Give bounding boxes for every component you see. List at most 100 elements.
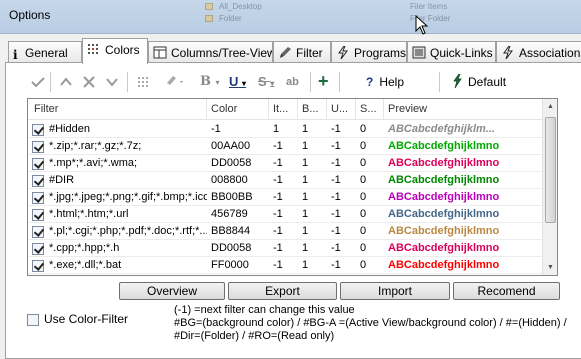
overview-button[interactable]: Overview (119, 282, 225, 300)
filter-cell: *.html;*.htm;*.url (49, 208, 129, 220)
scroll-down-arrow-icon[interactable]: ▼ (547, 264, 554, 271)
filter-cell: #DIR (49, 174, 75, 186)
italic-cell: -1 (273, 208, 283, 220)
toolbar-separator (310, 72, 311, 92)
tab-programs[interactable]: Programs (331, 41, 407, 63)
underline-cell: -1 (331, 225, 341, 237)
background-row-label: All_Desktop (219, 2, 262, 11)
color-cell: DD0058 (211, 157, 252, 169)
import-button[interactable]: Import (340, 282, 450, 300)
scrollbar-thumb[interactable] (545, 117, 556, 223)
preview-cell: ABCabcdefghijklmno (388, 191, 500, 203)
table-row[interactable]: *.mp*;*.avi;*.wma; DD0058 -1 1 -1 0 ABCabcdefg… (28, 155, 543, 172)
color-cell: BB8844 (211, 225, 251, 237)
table-row[interactable]: *.html;*.htm;*.url 456789 -1 1 -1 0 ABCabcdefg… (28, 206, 543, 223)
filter-cell: *.cpp;*.hpp;*.h (49, 242, 120, 254)
column-header-italic[interactable]: It... (269, 99, 298, 120)
row-enabled-checkbox[interactable] (32, 243, 44, 255)
row-enabled-checkbox[interactable] (32, 209, 44, 221)
tab-association[interactable]: Association (496, 41, 581, 63)
tab-label: Association (519, 46, 581, 60)
scroll-up-arrow-icon[interactable]: ▲ (547, 103, 554, 110)
background-row-type: Filer Items (410, 2, 448, 11)
bold-dropdown-button[interactable]: B ▾ (200, 72, 220, 92)
help-label: Help (379, 75, 405, 89)
column-header-filter[interactable]: Filter (28, 99, 207, 120)
add-filter-button[interactable]: + (318, 72, 329, 92)
filter-cell: *.exe;*.dll;*.bat (49, 259, 122, 271)
delete-x-icon[interactable] (82, 72, 96, 92)
color-cell: -1 (211, 123, 221, 135)
title-bar[interactable]: Options All_Desktop Filer Items Folder Fil… (0, 0, 581, 35)
chevron-down-icon: ▾ (270, 79, 275, 88)
italic-cell: -1 (273, 242, 283, 254)
color-grid-icon[interactable] (137, 72, 151, 92)
row-enabled-checkbox[interactable] (32, 175, 44, 187)
column-header-bold[interactable]: B... (298, 99, 327, 120)
column-header-color[interactable]: Color (207, 99, 269, 120)
bold-cell: 1 (302, 259, 309, 271)
table-row[interactable]: *.exe;*.dll;*.bat FF0000 -1 1 -1 0 ABCabcdefgh… (28, 257, 543, 274)
hint-line: (-1) =next filter can change this value (174, 304, 355, 316)
move-down-icon[interactable] (105, 72, 119, 92)
colors-grid-icon (87, 43, 101, 56)
row-enabled-checkbox[interactable] (32, 192, 44, 204)
underline-cell: -1 (331, 174, 341, 186)
tab-filter[interactable]: Filter (273, 41, 331, 63)
column-header-underline[interactable]: U... (327, 99, 356, 120)
bold-cell: 1 (302, 191, 309, 203)
strike-cell: 0 (360, 140, 367, 152)
move-up-icon[interactable] (59, 72, 73, 92)
table-row[interactable]: #Hidden -1 1 1 -1 0 ABCabcdefghijklm... (28, 121, 543, 138)
brush-dropdown-icon[interactable] (164, 72, 186, 92)
row-enabled-checkbox[interactable] (32, 141, 44, 153)
column-header-strike[interactable]: S... (356, 99, 384, 120)
checkbox-box[interactable] (27, 314, 39, 326)
vertical-scrollbar[interactable]: ▲ ▼ (542, 99, 557, 275)
filter-cell: *.jpg;*.jpeg;*.png;*.gif;*.bmp;*.ico (49, 191, 207, 203)
folder-icon (205, 3, 213, 10)
table-row[interactable]: #DIR 008800 -1 1 -1 0 ABCabcdefghijklmno (28, 172, 543, 189)
underline-cell: -1 (331, 208, 341, 220)
table-row[interactable]: *.cpp;*.hpp;*.h DD0058 -1 1 -1 0 ABCabcdefghij… (28, 240, 543, 257)
use-color-filter-label: Use Color-Filter (44, 312, 129, 326)
preview-cell: ABCabcdefghijklmno (388, 140, 500, 152)
chevron-down-icon: ▾ (242, 79, 247, 88)
strikeout-dropdown-button[interactable]: S ▾ (258, 72, 274, 92)
export-button[interactable]: Export (228, 282, 337, 300)
tab-general[interactable]: i General (8, 41, 82, 63)
strike-cell: 0 (360, 208, 367, 220)
lightning-icon (336, 45, 350, 60)
row-enabled-checkbox[interactable] (32, 226, 44, 238)
toolbar-separator (127, 72, 128, 92)
tab-quick-links[interactable]: Quick-Links (407, 41, 496, 63)
hint-line: #BG=(background color) / #BG-A =(Active … (174, 317, 567, 329)
table-row[interactable]: *.pl;*.cgi;*.php;*.pdf;*.doc;*.rtf;*... B… (28, 223, 543, 240)
tab-colors[interactable]: Colors (82, 38, 148, 64)
tab-label: Programs (354, 46, 407, 60)
help-question-icon: ? (366, 75, 374, 89)
underline-glyph: U (229, 74, 239, 89)
default-button[interactable]: Default (452, 72, 506, 92)
bold-cell: 1 (302, 225, 309, 237)
underline-cell: -1 (331, 157, 341, 169)
toolbar-separator (439, 72, 440, 92)
table-row[interactable]: *.jpg;*.jpeg;*.png;*.gif;*.bmp;*.ico BB00… (28, 189, 543, 206)
ab-font-button[interactable]: ab (286, 72, 299, 92)
row-enabled-checkbox[interactable] (32, 158, 44, 170)
row-enabled-checkbox[interactable] (32, 124, 44, 136)
color-filter-grid: Filter Color It... B... U... S... Previe… (27, 98, 558, 276)
grid-header: Filter Color It... B... U... S... Previe… (28, 99, 543, 120)
italic-cell: -1 (273, 174, 283, 186)
strike-cell: 0 (360, 123, 367, 135)
recomend-button[interactable]: Recomend (453, 282, 560, 300)
table-row[interactable]: *.zip;*.rar;*.gz;*.7z; 00AA00 -1 1 -1 0 ABCabc… (28, 138, 543, 155)
column-header-preview[interactable]: Preview (384, 99, 543, 120)
preview-cell: ABCabcdefghijklmno (388, 174, 500, 186)
filter-cell: *.mp*;*.avi;*.wma; (49, 157, 138, 169)
tab-columns-tree-view[interactable]: Columns/Tree-View (148, 41, 273, 63)
help-button[interactable]: ? Help (366, 72, 404, 92)
checkmark-icon[interactable] (30, 72, 46, 92)
underline-dropdown-button[interactable]: U ▾ (229, 72, 246, 92)
row-enabled-checkbox[interactable] (32, 260, 44, 272)
